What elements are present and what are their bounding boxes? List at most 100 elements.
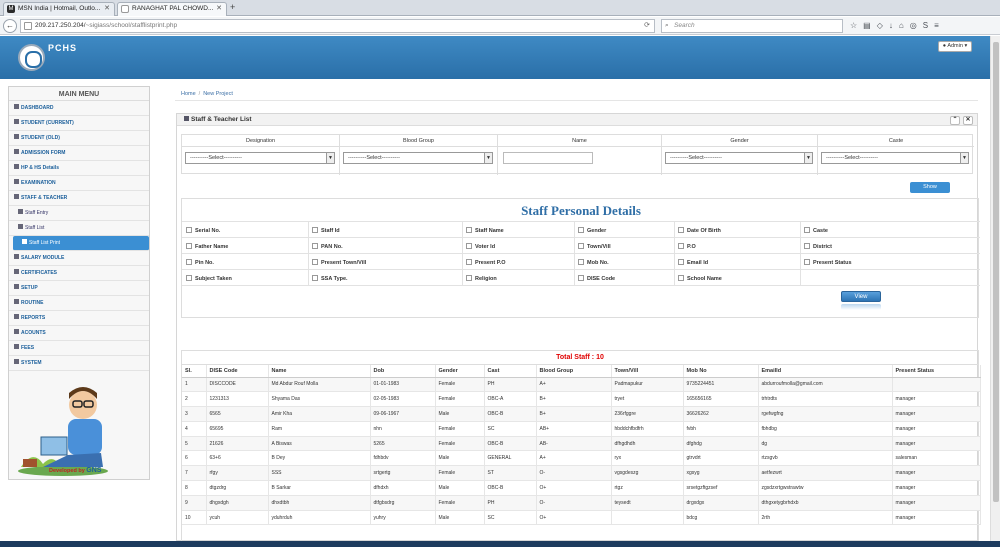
checkbox[interactable] xyxy=(678,243,684,249)
checkbox[interactable] xyxy=(578,227,584,233)
checkbox[interactable] xyxy=(804,227,810,233)
show-button[interactable]: Show xyxy=(910,182,950,193)
field-ssa-type[interactable]: SSA Type. xyxy=(312,274,348,285)
column-header[interactable]: Cast xyxy=(484,365,537,378)
designation-select[interactable]: ----------Select---------- ▼ xyxy=(185,152,335,164)
sidebar-item-student-old[interactable]: STUDENT (OLD) xyxy=(9,131,149,146)
table-row[interactable]: 8 dtgzdrg B Sarkar dfhdxh Male OBC-B O+ rtgz srs… xyxy=(182,480,981,496)
scrollbar-thumb[interactable] xyxy=(993,42,999,502)
table-row[interactable]: 10 ycuh yduhrduh yuhry Male SC O+ bdcg 2rth manag… xyxy=(182,510,981,526)
field-father-name[interactable]: Father Name xyxy=(186,242,228,253)
gender-select[interactable]: ----------Select---------- ▼ xyxy=(665,152,813,164)
download-icon[interactable]: ↓ xyxy=(889,21,899,30)
caste-select[interactable]: ----------Select---------- ▼ xyxy=(821,152,969,164)
column-header[interactable]: EmailId xyxy=(758,365,893,378)
checkbox[interactable] xyxy=(678,259,684,265)
chevron-down-icon[interactable]: ▼ xyxy=(484,153,492,163)
table-row[interactable]: 6 63+6 B Dey fdhbdv Male GENERAL A+ ryx gtrvdrt r… xyxy=(182,450,981,467)
sidebar-item-staff-list[interactable]: Staff List xyxy=(9,221,149,236)
table-row[interactable]: 7 rfgy SSS srtgertg Female ST O-vgsgdeszg xgsyg… xyxy=(182,465,981,482)
developer-logo[interactable]: GNS xyxy=(86,467,101,474)
home-icon[interactable]: ⌂ xyxy=(899,21,910,30)
checkbox[interactable] xyxy=(678,227,684,233)
checkbox[interactable] xyxy=(312,243,318,249)
field-email-id[interactable]: Email Id xyxy=(678,258,708,269)
browser-tab-active[interactable]: RANAGHAT PAL CHOWD... ✕ xyxy=(117,2,227,16)
breadcrumb-home[interactable]: Home xyxy=(181,91,196,97)
checkbox[interactable] xyxy=(578,259,584,265)
field-school-name[interactable]: School Name xyxy=(678,274,722,285)
field-caste[interactable]: Caste xyxy=(804,226,828,237)
checkbox[interactable] xyxy=(804,243,810,249)
new-tab-icon[interactable]: + xyxy=(230,2,235,12)
field-district[interactable]: District xyxy=(804,242,832,253)
field-pin-no[interactable]: Pin No. xyxy=(186,258,214,269)
field-present-p-o[interactable]: Present P.O xyxy=(466,258,505,269)
column-header[interactable]: Gender xyxy=(435,365,485,378)
table-row[interactable]: 4 65695 Ram nhn Female SC AB+ hbddchfbdfrh fvbh f… xyxy=(182,421,981,437)
name-input[interactable] xyxy=(503,152,593,164)
chevron-down-icon[interactable]: ▼ xyxy=(960,153,968,163)
url-bar[interactable]: 209.217.250.204/~sigiass/school/stafflis… xyxy=(20,19,655,33)
field-staff-id[interactable]: Staff Id xyxy=(312,226,340,237)
checkbox[interactable] xyxy=(466,243,472,249)
chevron-down-icon[interactable]: ▼ xyxy=(804,153,812,163)
sidebar-item-hp-hs-details[interactable]: HP & HS Details xyxy=(9,161,149,176)
table-row[interactable]: 5 21626 A Biswas 5265 Female OBC-B AB-dfhgdhdh… xyxy=(182,436,981,452)
field-subject-taken[interactable]: Subject Taken xyxy=(186,274,232,285)
collapse-button[interactable]: ⌃ xyxy=(950,116,960,125)
table-row[interactable]: 2 1231313 Shyama Das 02-05-1983 Female OBC-A B… xyxy=(182,391,981,408)
sidebar-item-staff-teacher[interactable]: STAFF & TEACHER xyxy=(9,191,149,206)
checkbox[interactable] xyxy=(578,243,584,249)
field-gender[interactable]: Gender xyxy=(578,226,606,237)
field-serial-no[interactable]: Serial No. xyxy=(186,226,220,237)
checkbox[interactable] xyxy=(466,259,472,265)
sidebar-item-fees[interactable]: FEES xyxy=(9,341,149,356)
close-icon[interactable]: ✕ xyxy=(104,3,110,15)
field-pan-no[interactable]: PAN No. xyxy=(312,242,343,253)
checkbox[interactable] xyxy=(466,275,472,281)
table-row[interactable]: 3 6565 Amir Kha 09-06-1967 Male OBC-B B+ 236rfg… xyxy=(182,406,981,422)
checkbox[interactable] xyxy=(186,243,192,249)
checkbox[interactable] xyxy=(804,259,810,265)
checkbox[interactable] xyxy=(186,227,192,233)
sidebar-item-certificates[interactable]: CERTIFICATES xyxy=(9,266,149,281)
field-religion[interactable]: Religion xyxy=(466,274,497,285)
column-header[interactable]: Sl. xyxy=(182,365,207,378)
field-present-town-vill[interactable]: Present Town/Vill xyxy=(312,258,366,269)
table-row[interactable]: 1 DISCCODE Md Abdur Rouf Molla 01-01-1983 Fe… xyxy=(182,377,981,393)
close-panel-button[interactable]: ✕ xyxy=(963,116,973,125)
sidebar-item-student-current[interactable]: STUDENT (CURRENT) xyxy=(9,116,149,131)
field-p-o[interactable]: P.O xyxy=(678,242,696,253)
checkbox[interactable] xyxy=(186,259,192,265)
sidebar-item-acounts[interactable]: ACOUNTS xyxy=(9,326,149,341)
sidebar-item-admission-form[interactable]: ADMISSION FORM xyxy=(9,146,149,161)
view-button[interactable]: View xyxy=(841,291,881,302)
chat-icon[interactable]: ◎ xyxy=(910,21,923,30)
chevron-down-icon[interactable]: ▼ xyxy=(326,153,334,163)
sidebar-item-salary-module[interactable]: SALARY MODULE xyxy=(9,251,149,266)
reading-list-icon[interactable]: ▤ xyxy=(863,21,877,30)
menu-icon[interactable]: ≡ xyxy=(934,21,945,30)
column-header[interactable]: Name xyxy=(268,365,371,378)
admin-menu-button[interactable]: ● Admin ▾ xyxy=(938,41,972,52)
blood-group-select[interactable]: ----------Select---------- ▼ xyxy=(343,152,493,164)
sidebar-item-dashboard[interactable]: DASHBOARD xyxy=(9,101,149,116)
field-date-of-birth[interactable]: Date Of Birth xyxy=(678,226,721,237)
sidebar-item-routine[interactable]: ROUTINE xyxy=(9,296,149,311)
skype-icon[interactable]: S xyxy=(923,21,934,30)
vertical-scrollbar[interactable] xyxy=(990,36,1000,541)
search-input[interactable]: ⌕ Search xyxy=(661,19,843,33)
checkbox[interactable] xyxy=(186,275,192,281)
back-button[interactable]: ← xyxy=(3,19,17,33)
checkbox[interactable] xyxy=(312,259,318,265)
field-town-vill[interactable]: Town/Vill xyxy=(578,242,611,253)
sidebar-item-examination[interactable]: EXAMINATION xyxy=(9,176,149,191)
column-header[interactable]: Blood Group xyxy=(536,365,612,378)
checkbox[interactable] xyxy=(312,275,318,281)
column-header[interactable]: Town/Vill xyxy=(611,365,684,378)
column-header[interactable]: DISE Code xyxy=(206,365,269,378)
field-voter-id[interactable]: Voter Id xyxy=(466,242,495,253)
checkbox[interactable] xyxy=(466,227,472,233)
table-row[interactable]: 9 dhgxdgh dhxdtbh dtfgbsdrg Female PH O-teysed… xyxy=(182,495,981,511)
